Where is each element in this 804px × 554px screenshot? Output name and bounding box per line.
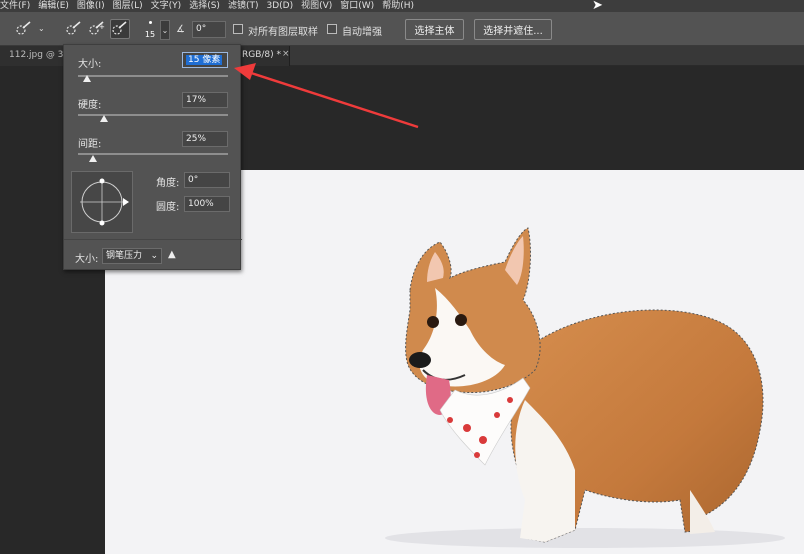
- annotation-arrow: [234, 63, 419, 129]
